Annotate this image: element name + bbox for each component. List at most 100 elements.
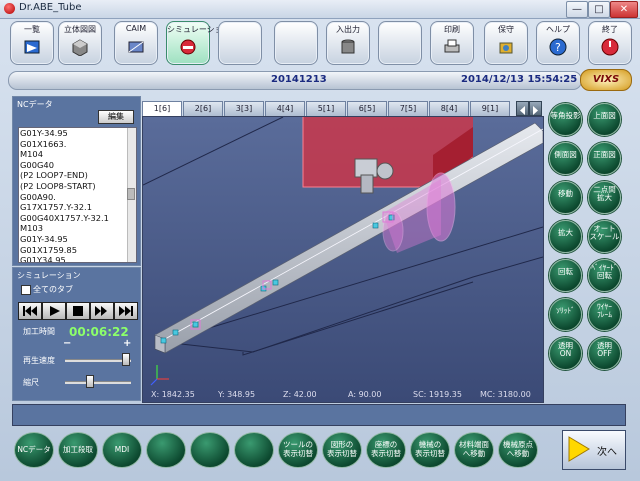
zoom-slider-thumb[interactable] xyxy=(86,375,94,388)
nc-line[interactable]: G01Y-34.95 xyxy=(19,234,136,245)
time-label: 加工時間 xyxy=(23,327,55,336)
edit-button[interactable]: 編集 xyxy=(98,110,134,124)
toolbar-button-8[interactable] xyxy=(378,21,422,65)
function-button-11[interactable]: 材料端面 へ移動 xyxy=(454,432,494,468)
function-button-1[interactable]: NCデータ xyxy=(14,432,54,468)
zoom-slider[interactable] xyxy=(65,381,131,384)
nc-line[interactable]: G00G40 xyxy=(19,160,136,171)
tab-7[interactable]: 7[5] xyxy=(388,101,428,116)
speed-label: 再生速度 xyxy=(23,356,55,365)
next-button[interactable]: 次へ xyxy=(562,430,626,470)
nc-line[interactable]: (P2 LOOP7-END) xyxy=(19,170,136,181)
toolbar-button-label: シミュレーション xyxy=(167,25,231,34)
simulation-icon xyxy=(180,39,196,55)
function-button-10[interactable]: 機械の 表示切替 xyxy=(410,432,450,468)
nc-line[interactable]: G01X1759.85 xyxy=(19,245,136,256)
coord-x: X: 1842.35 xyxy=(151,390,195,399)
function-button-7[interactable]: ツールの 表示切替 xyxy=(278,432,318,468)
nc-line[interactable]: G00A90. xyxy=(19,192,136,203)
main-toolbar: 一覧 立体図図 CAIM シミュレーション 入出力 印刷 保守 ヘルプ? 終了 xyxy=(0,19,640,71)
fast-forward-button[interactable] xyxy=(114,302,138,320)
rewind-button[interactable] xyxy=(18,302,42,320)
function-button-8[interactable]: 図形の 表示切替 xyxy=(322,432,362,468)
function-button-label: 図形の 表示切替 xyxy=(327,440,357,458)
view-button-10[interactable]: ﾍﾞｲﾔｰﾄﾞ 回転 xyxy=(588,259,621,292)
function-button-9[interactable]: 座標の 表示切替 xyxy=(366,432,406,468)
tab-1[interactable]: 1[6] xyxy=(142,101,182,117)
coord-y: Y: 348.95 xyxy=(218,390,256,399)
nc-line[interactable]: M104 xyxy=(19,149,136,160)
toolbar-button-label: 入出力 xyxy=(336,25,360,34)
tab-scroll-left-button[interactable] xyxy=(516,101,529,116)
tab-scroll-right-button[interactable] xyxy=(529,101,542,116)
tab-5[interactable]: 5[1] xyxy=(306,101,346,116)
toolbar-button-6[interactable] xyxy=(274,21,318,65)
nc-scroll-thumb[interactable] xyxy=(127,188,135,200)
view-button-1[interactable]: 等角投影 xyxy=(549,103,582,136)
view-button-6[interactable]: 二点間 拡大 xyxy=(588,181,621,214)
nc-line[interactable]: G01Y34.95 xyxy=(19,255,136,262)
tab-4[interactable]: 4[4] xyxy=(265,101,305,116)
view-button-4[interactable]: 正面図 xyxy=(588,142,621,175)
title-bar: Dr.ABE_Tube — □ ✕ xyxy=(0,0,640,19)
toolbar-button-12[interactable]: 終了 xyxy=(588,21,632,65)
tab-3[interactable]: 3[3] xyxy=(224,101,264,116)
toolbar-button-4[interactable]: シミュレーション xyxy=(166,21,231,65)
nc-line[interactable]: G01Y-34.95 xyxy=(19,128,136,139)
help-icon: ? xyxy=(549,38,567,56)
step-forward-button[interactable] xyxy=(90,302,114,320)
nc-line[interactable]: G17X1757.Y-32.1 xyxy=(19,202,136,213)
nc-line[interactable]: (P2 LOOP8-START) xyxy=(19,181,136,192)
view-button-8[interactable]: オート スケール xyxy=(588,220,621,253)
function-button-3[interactable]: MDI xyxy=(102,432,142,468)
view-button-14[interactable]: 透明 OFF xyxy=(588,337,621,370)
tab-2[interactable]: 2[6] xyxy=(183,101,223,116)
nc-line[interactable]: M103 xyxy=(19,223,136,234)
view-button-2[interactable]: 上面図 xyxy=(588,103,621,136)
view-button-9[interactable]: 回転 xyxy=(549,259,582,292)
maximize-button[interactable]: □ xyxy=(588,1,610,18)
toolbar-button-11[interactable]: ヘルプ? xyxy=(536,21,580,65)
simulation-panel-title: シミュレーション xyxy=(17,271,81,280)
nc-line[interactable]: G00G40X1757.Y-32.1 xyxy=(19,213,136,224)
toolbar-button-10[interactable]: 保守 xyxy=(484,21,528,65)
toolbar-button-3[interactable]: CAIM xyxy=(114,21,158,65)
simulation-panel: シミュレーション 全てのタブ 加工時間 00:06:22 − + 再生速度 縮尺 xyxy=(12,267,141,401)
function-button-4[interactable] xyxy=(146,432,186,468)
tab-8[interactable]: 8[4] xyxy=(429,101,469,116)
tab-9[interactable]: 9[1] xyxy=(470,101,510,116)
machining-time: 00:06:22 xyxy=(69,325,129,339)
view-button-5[interactable]: 移動 xyxy=(549,181,582,214)
nc-code-list[interactable]: G01Y-34.95 G01X1663. M104 G00G40 (P2 LOOP7-E… xyxy=(18,127,137,263)
view-tabs: 9[1] 8[4] 7[5] 6[5] 5[1] 4[4] 3[3] 2[6] 1[6] xyxy=(142,101,542,117)
view-button-3[interactable]: 側面図 xyxy=(549,142,582,175)
tube-3d-scene[interactable] xyxy=(143,117,543,402)
speed-minus: − xyxy=(63,338,72,349)
nc-scrollbar[interactable] xyxy=(127,128,136,262)
minimize-button[interactable]: — xyxy=(566,1,588,18)
view-button-13[interactable]: 透明 ON xyxy=(549,337,582,370)
toolbar-button-5[interactable] xyxy=(218,21,262,65)
toolbar-button-7[interactable]: 入出力 xyxy=(326,21,370,65)
function-button-6[interactable] xyxy=(234,432,274,468)
function-button-5[interactable] xyxy=(190,432,230,468)
toolbar-button-2[interactable]: 立体図図 xyxy=(58,21,102,65)
speed-slider-thumb[interactable] xyxy=(122,353,130,366)
view-button-label: 回転 xyxy=(558,267,573,276)
view-button-label: ｿﾘｯﾄﾞ xyxy=(556,306,575,315)
close-window-button[interactable]: ✕ xyxy=(610,1,638,18)
tab-6[interactable]: 6[5] xyxy=(347,101,387,116)
play-button[interactable] xyxy=(42,302,66,320)
view-button-7[interactable]: 拡大 xyxy=(549,220,582,253)
toolbar-button-9[interactable]: 印刷 xyxy=(430,21,474,65)
stop-button[interactable] xyxy=(66,302,90,320)
view-button-11[interactable]: ｿﾘｯﾄﾞ xyxy=(549,298,582,331)
view-button-label: 透明 OFF xyxy=(597,341,612,358)
function-button-2[interactable]: 加工段取 xyxy=(58,432,98,468)
toolbar-button-1[interactable]: 一覧 xyxy=(10,21,54,65)
nc-line[interactable]: G01X1663. xyxy=(19,139,136,150)
view-button-12[interactable]: ﾜｲﾔｰ ﾌﾚｰﾑ xyxy=(588,298,621,331)
all-tools-checkbox[interactable] xyxy=(21,285,31,295)
function-button-12[interactable]: 機械原点 へ移動 xyxy=(498,432,538,468)
simulation-viewport[interactable]: X: 1842.35 Y: 348.95 Z: 42.00 A: 90.00 S… xyxy=(142,116,544,403)
